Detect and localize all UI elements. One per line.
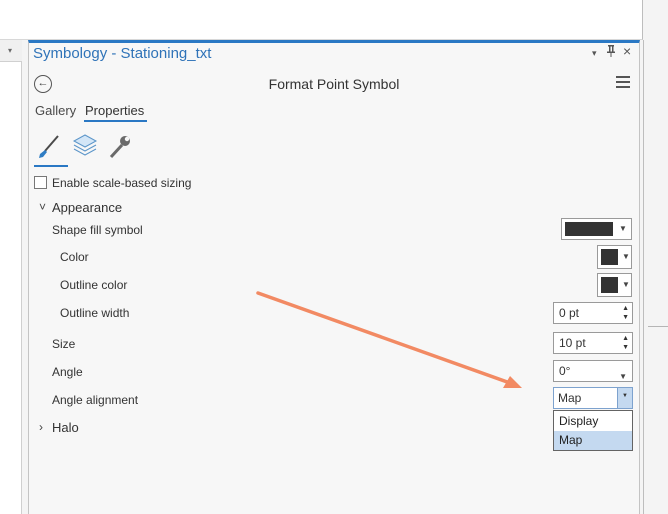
pin-icon[interactable]: [606, 45, 616, 60]
angle-alignment-label: Angle alignment: [52, 393, 139, 407]
color-swatch: [601, 249, 618, 265]
tab-properties-underline: [84, 120, 147, 122]
option-map[interactable]: Map: [554, 431, 632, 450]
right-edge-divider: [648, 326, 668, 327]
size-stepper[interactable]: 10 pt ▲ ▼: [553, 332, 633, 354]
panel-title: Format Point Symbol: [268, 76, 400, 92]
brush-tab-underline: [34, 165, 68, 167]
color-picker-button[interactable]: ▼: [597, 245, 632, 269]
angle-dropdown[interactable]: 0° ▼: [553, 360, 633, 382]
size-value: 10 pt: [559, 336, 586, 350]
chevron-down-icon: ▼: [622, 252, 630, 261]
brush-icon[interactable]: [34, 132, 64, 162]
angle-alignment-options: Display Map: [553, 410, 633, 451]
tab-properties[interactable]: Properties: [85, 103, 144, 118]
halo-heading[interactable]: Halo: [52, 420, 79, 435]
close-icon[interactable]: ×: [623, 43, 631, 59]
wrench-icon[interactable]: [104, 132, 134, 162]
shape-fill-swatch: [565, 222, 613, 236]
angle-label: Angle: [52, 365, 83, 379]
appearance-heading[interactable]: Appearance: [52, 200, 122, 215]
scale-sizing-checkbox[interactable]: [34, 176, 47, 189]
outline-width-label: Outline width: [60, 306, 130, 320]
option-display[interactable]: Display: [554, 412, 632, 431]
stepper-down-icon[interactable]: ▼: [622, 314, 629, 322]
angle-alignment-value: Map: [558, 391, 582, 405]
brush-icon-graphic: [39, 135, 59, 158]
angle-alignment-select[interactable]: Map ▼: [553, 387, 633, 409]
outline-width-stepper[interactable]: 0 pt ▲ ▼: [553, 302, 633, 324]
angle-alignment-dropdown-button[interactable]: ▼: [617, 388, 632, 408]
top-area: [0, 0, 643, 40]
pane-menu-arrow-icon[interactable]: ▾: [592, 48, 597, 59]
stepper-up-icon[interactable]: ▲: [622, 305, 629, 313]
chevron-down-icon: ▼: [622, 280, 630, 289]
appearance-chevron-icon[interactable]: ˅: [39, 200, 46, 214]
wrench-icon-graphic: [109, 136, 130, 159]
tab-gallery[interactable]: Gallery: [35, 103, 76, 118]
outline-color-swatch: [601, 277, 618, 293]
outline-width-value: 0 pt: [559, 306, 580, 320]
hamburger-menu-icon[interactable]: [616, 76, 630, 90]
angle-value: 0°: [559, 364, 571, 378]
pin-icon-graphic: [607, 45, 615, 57]
size-label: Size: [52, 337, 76, 351]
left-pane: [0, 40, 22, 514]
chevron-down-icon: ▼: [619, 372, 627, 381]
outline-color-picker-button[interactable]: ▼: [597, 273, 632, 297]
scale-sizing-label: Enable scale-based sizing: [52, 176, 192, 190]
chevron-down-icon: ▼: [619, 224, 627, 233]
chevron-down-icon: ▼: [622, 393, 628, 399]
shape-fill-symbol-label: Shape fill symbol: [52, 223, 143, 237]
color-label: Color: [60, 250, 89, 264]
layers-icon[interactable]: [70, 132, 100, 162]
right-edge-pane: [643, 40, 668, 514]
outline-color-label: Outline color: [60, 278, 128, 292]
stepper-down-icon[interactable]: ▼: [622, 344, 629, 352]
left-pane-menu-arrow-icon[interactable]: ▾: [8, 46, 12, 55]
layers-icon-graphic: [72, 134, 98, 156]
shape-fill-symbol-button[interactable]: ▼: [561, 218, 632, 240]
halo-chevron-icon[interactable]: ›: [39, 420, 43, 434]
stepper-up-icon[interactable]: ▲: [622, 335, 629, 343]
pane-title: Symbology - Stationing_txt: [33, 45, 212, 62]
